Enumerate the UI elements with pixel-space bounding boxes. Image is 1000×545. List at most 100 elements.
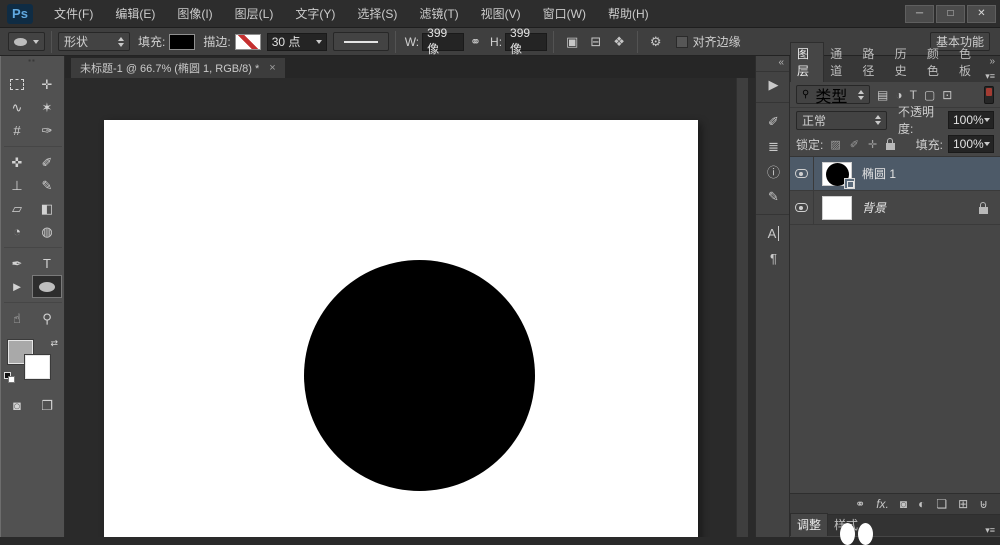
tool-pen[interactable]: ✒ [2,252,32,275]
swap-colors-icon[interactable]: ⇄ [50,338,58,349]
stroke-width-input[interactable]: 30 点 [267,33,327,51]
background-color-swatch[interactable] [25,355,50,379]
layer-name[interactable]: 背景 [862,199,886,216]
lock-all-icon[interactable] [886,143,895,150]
lock-image-icon[interactable]: ✐ [848,138,861,151]
fill-color-swatch[interactable] [169,34,195,50]
document-canvas[interactable] [104,120,698,537]
filter-kind-select[interactable]: ⚲ 类型 [796,85,870,104]
panel-menu-icon[interactable]: ▾≡ [985,525,1000,536]
tool-path-selection[interactable]: ► [2,275,32,298]
minimize-button[interactable]: ─ [905,5,934,23]
menu-view[interactable]: 视图(V) [470,0,532,28]
layers-empty-area[interactable] [790,225,1000,493]
tool-brush[interactable]: ✐ [32,151,62,174]
tool-eraser[interactable]: ▱ [2,197,32,220]
layer-row-ellipse[interactable]: 椭圆 1 [790,157,1000,191]
tab-channels[interactable]: 通道 [824,43,856,82]
tool-crop[interactable]: # [2,119,32,142]
document-tab[interactable]: 未标题-1 @ 66.7% (椭圆 1, RGB/8) * × [70,57,286,78]
menu-layer[interactable]: 图层(L) [224,0,285,28]
layer-effects-icon[interactable]: fx. [876,497,889,511]
expand-panels-icon[interactable]: « [756,56,789,72]
layer-thumbnail[interactable] [822,196,852,220]
tool-lasso[interactable]: ∿ [2,96,32,119]
collapse-panels-icon[interactable]: » [989,56,995,67]
new-layer-icon[interactable]: ⊞ [958,497,968,511]
opacity-input[interactable]: 100% [948,111,994,129]
tab-layers[interactable]: 图层 [790,42,824,82]
info-panel-button[interactable]: ⓘ [756,159,791,184]
tool-rectangular-marquee[interactable] [2,73,32,96]
tool-hand[interactable]: ☝ [2,307,32,330]
tool-gradient[interactable]: ◧ [32,197,62,220]
filter-pixel-layers-icon[interactable]: ▤ [877,88,888,102]
shape-width-input[interactable]: 399 像 [422,33,464,51]
new-adjustment-layer-icon[interactable]: ◐ [918,497,925,511]
menu-filter[interactable]: 滤镜(T) [408,0,469,28]
tool-quick-mask[interactable]: ◙ [2,394,32,417]
layer-thumbnail[interactable] [822,162,852,186]
filter-adjustment-layers-icon[interactable]: ◑ [895,88,902,102]
close-tab-icon[interactable]: × [269,62,275,74]
path-alignment-icon[interactable]: ⊟ [584,34,607,50]
actions-panel-button[interactable]: ▶ [756,72,791,97]
paragraph-panel-button[interactable]: ¶ [756,246,791,271]
filter-shape-layers-icon[interactable]: ▢ [924,88,935,102]
menu-window[interactable]: 窗口(W) [532,0,597,28]
clone-source-panel-button[interactable]: ≣ [756,134,791,159]
tab-swatches[interactable]: 色板 [953,43,985,82]
visibility-cell[interactable] [790,157,814,191]
filter-smart-objects-icon[interactable]: ⊡ [942,88,952,102]
filter-toggle-switch[interactable] [984,86,994,104]
tool-history-brush[interactable]: ✎ [32,174,62,197]
tool-blur[interactable]: ◔ [2,220,32,243]
tool-mode-select[interactable]: 形状 [58,32,130,51]
brush-panel-button[interactable]: ✐ [756,109,791,134]
menu-edit[interactable]: 编辑(E) [104,0,166,28]
panel-grip[interactable]: ▪▪ [0,56,64,65]
link-layers-icon[interactable]: ⚭ [855,497,865,511]
brush-presets-panel-button[interactable]: ✎ [756,184,791,209]
stroke-color-swatch[interactable] [235,34,261,50]
delete-layer-icon[interactable]: ⊎ [979,497,988,511]
tab-paths[interactable]: 路径 [856,43,888,82]
layer-name[interactable]: 椭圆 1 [862,165,896,182]
tab-history[interactable]: 历史 [889,43,921,82]
menu-image[interactable]: 图像(I) [166,0,223,28]
menu-type[interactable]: 文字(Y) [284,0,346,28]
align-edges-checkbox[interactable] [676,36,688,48]
tool-eyedropper[interactable]: ✑ [32,119,62,142]
gear-icon[interactable]: ⚙ [644,34,668,50]
stroke-type-select[interactable] [333,32,389,51]
maximize-button[interactable]: □ [936,5,965,23]
add-layer-mask-icon[interactable]: ◙ [900,497,907,511]
tool-clone-stamp[interactable]: ⊥ [2,174,32,197]
path-operations-icon[interactable]: ▣ [560,34,584,50]
tab-adjustments[interactable]: 调整 [790,513,828,536]
menu-file[interactable]: 文件(F) [43,0,104,28]
canvas-area[interactable] [65,78,755,537]
lock-position-icon[interactable]: ✛ [866,138,879,151]
fill-input[interactable]: 100% [948,135,994,153]
blend-mode-select[interactable]: 正常 [796,111,887,130]
new-group-icon[interactable]: ❏ [936,497,947,511]
ellipse-layer-shape[interactable] [304,260,535,491]
link-dimensions-icon[interactable]: ⚭ [464,34,487,50]
eye-icon[interactable] [795,169,808,178]
lock-transparency-icon[interactable]: ▨ [828,138,842,151]
eye-icon[interactable] [795,203,808,212]
tab-color[interactable]: 颜色 [921,43,953,82]
tool-zoom[interactable]: ⚲ [32,307,62,330]
visibility-cell[interactable] [790,191,814,225]
tool-preset-picker[interactable] [8,32,45,51]
layer-row-background[interactable]: 背景 [790,191,1000,225]
panel-menu-icon[interactable]: ▾≡ [985,71,1000,82]
vertical-scrollbar[interactable] [736,78,748,537]
tool-type[interactable]: T [32,252,62,275]
menu-select[interactable]: 选择(S) [346,0,408,28]
character-panel-button[interactable]: A [756,221,791,246]
tool-dodge[interactable]: ◍ [32,220,62,243]
filter-type-layers-icon[interactable]: T [910,88,917,102]
tool-screen-mode[interactable]: ❐ [32,394,62,417]
